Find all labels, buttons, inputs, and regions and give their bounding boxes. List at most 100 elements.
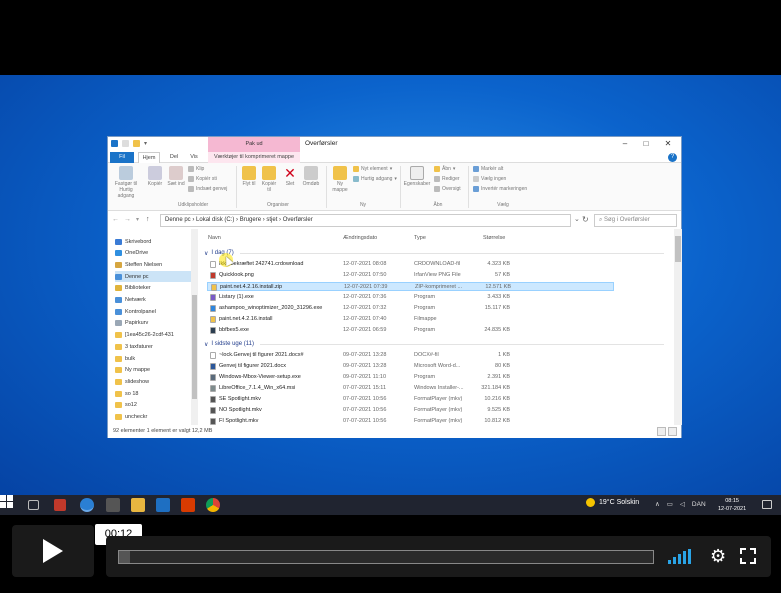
edit-button[interactable]: Rediger xyxy=(434,176,460,182)
nav-item[interactable]: slideshow xyxy=(115,376,191,387)
tab-file[interactable]: Fil xyxy=(110,152,134,163)
nav-item[interactable]: so 18 xyxy=(115,388,191,399)
column-header-type[interactable]: Type xyxy=(414,235,426,241)
title-bar[interactable]: ▾ Pak ud Overførsler – □ ✕ xyxy=(108,137,681,152)
move-to-button[interactable]: Flyt til xyxy=(240,166,258,187)
file-row[interactable]: ashampoo_winoptimizer_2020_31296.exe 12-0… xyxy=(207,304,614,313)
clock[interactable]: 08:15 12-07-2021 xyxy=(718,497,746,513)
tab-home[interactable]: Hjem xyxy=(138,152,160,163)
forward-arrow-icon[interactable]: → xyxy=(124,216,131,223)
file-row[interactable]: SE Spotlight.mkv 07-07-2021 10:56 FormatPl… xyxy=(207,395,614,404)
delete-button[interactable]: ✕ Slet xyxy=(282,166,298,187)
mail-icon[interactable] xyxy=(156,498,170,512)
copy-path-button[interactable]: Kopiér sti xyxy=(188,176,217,182)
language-indicator[interactable]: DAN xyxy=(692,501,706,508)
network-icon[interactable]: ▭ xyxy=(667,500,673,508)
file-row[interactable]: paint.net.4.2.16.install.zip 12-07-2021 0… xyxy=(207,282,614,291)
nav-item[interactable]: Kontrolpanel xyxy=(115,306,191,317)
nav-item[interactable]: Ny mappe xyxy=(115,365,191,376)
rename-button[interactable]: Omdøb xyxy=(301,166,321,187)
nav-item[interactable]: Denne pc xyxy=(115,271,191,283)
file-row[interactable]: bbfbex5.exe 12-07-2021 06:59 Program 24.835… xyxy=(207,326,614,335)
copy-button[interactable]: Kopiér xyxy=(146,166,164,187)
chrome-icon[interactable] xyxy=(206,498,220,512)
back-arrow-icon[interactable]: ← xyxy=(112,216,119,223)
paste-shortcut-button[interactable]: Indsæt genvej xyxy=(188,186,227,192)
copy-to-button[interactable]: Kopiér til xyxy=(260,166,278,193)
properties-button[interactable]: Egenskaber xyxy=(404,166,430,187)
details-view-icon[interactable] xyxy=(657,427,666,436)
windows-start-icon[interactable] xyxy=(0,495,13,508)
column-header-name[interactable]: Navn xyxy=(208,235,221,241)
new-folder-button[interactable]: Ny mappe xyxy=(330,166,350,193)
volume-icon[interactable]: ◁ xyxy=(680,500,685,508)
weather-widget[interactable]: 19°C Solskin xyxy=(586,498,639,507)
help-icon[interactable]: ? xyxy=(668,153,677,162)
scrollbar-thumb[interactable] xyxy=(675,236,681,262)
column-header-date[interactable]: Ændringsdato xyxy=(343,235,377,241)
file-explorer-window[interactable]: ▾ Pak ud Overførsler – □ ✕ Fil Hjem Del … xyxy=(107,136,682,438)
close-button[interactable]: ✕ xyxy=(663,139,673,149)
fullscreen-icon[interactable] xyxy=(740,548,756,564)
properties-icon[interactable] xyxy=(122,140,129,147)
group-header-last-week[interactable]: ∨ I sidste uge (11) xyxy=(204,339,664,349)
file-row[interactable]: Quicklook.png 12-07-2021 07:50 IrfanView P… xyxy=(207,271,614,280)
invert-selection-button[interactable]: Invertér markeringen xyxy=(473,186,527,192)
nav-item[interactable]: uncheckr xyxy=(115,412,191,423)
select-all-button[interactable]: Markér alt xyxy=(473,166,503,172)
pin-quick-access-button[interactable]: Fastgør til Hurtig adgang xyxy=(112,166,140,199)
cut-button[interactable]: Klip xyxy=(188,166,204,172)
app-icon[interactable] xyxy=(54,499,66,511)
nav-item[interactable]: OneDrive xyxy=(115,248,191,259)
scrollbar-thumb[interactable] xyxy=(192,295,197,399)
column-header-size[interactable]: Størrelse xyxy=(483,235,505,241)
address-dropdown-icon[interactable]: ⌄ xyxy=(574,215,580,223)
tab-view[interactable]: Vis xyxy=(186,152,202,163)
arrow-down-icon[interactable] xyxy=(111,140,118,147)
tab-share[interactable]: Del xyxy=(166,152,182,163)
folder-icon[interactable] xyxy=(133,140,140,147)
paste-button[interactable]: Sæt ind xyxy=(167,166,185,187)
file-row[interactable]: ~lock.Genvej til figurer 2021.docx# 09-07… xyxy=(207,351,614,360)
store-icon[interactable] xyxy=(106,498,120,512)
notification-icon[interactable] xyxy=(762,500,772,509)
file-row[interactable]: Windows-Mbox-Viewer-setup.exe 09-07-2021 … xyxy=(207,373,614,382)
file-row[interactable]: NO Spotlight.mkv 07-07-2021 10:56 FormatPl… xyxy=(207,406,614,415)
up-arrow-icon[interactable]: ↑ xyxy=(146,216,150,223)
file-row[interactable]: Listary (1).exe 12-07-2021 07:36 Program 3.… xyxy=(207,293,614,302)
history-button[interactable]: Oversigt xyxy=(434,186,461,192)
navigation-scrollbar[interactable] xyxy=(191,229,198,425)
new-item-button[interactable]: Nyt element ▾ xyxy=(353,166,392,172)
file-row[interactable]: FI Spotlight.mkv 07-07-2021 10:56 FormatPl… xyxy=(207,417,614,425)
tab-compressed-folder-tools[interactable]: Værktøjer til komprimeret mappe xyxy=(208,152,300,163)
file-row[interactable]: Genvej til figurer 2021.docx 09-07-2021 1… xyxy=(207,362,614,371)
nav-item[interactable]: Papirkurv xyxy=(115,318,191,329)
search-input[interactable]: ⌕ Søg i Overførsler xyxy=(594,214,677,227)
refresh-icon[interactable]: ↻ xyxy=(582,215,589,224)
file-row[interactable]: LibreOffice_7.1.4_Win_x64.msi 07-07-2021 … xyxy=(207,384,614,393)
file-row[interactable]: paint.net.4.2.16.install 12-07-2021 07:40… xyxy=(207,315,614,324)
task-view-icon[interactable] xyxy=(28,500,39,510)
office-icon[interactable] xyxy=(181,498,195,512)
settings-gear-icon[interactable]: ⚙ xyxy=(710,546,726,566)
select-none-button[interactable]: Vælg ingen xyxy=(473,176,506,182)
file-list-scrollbar[interactable] xyxy=(674,229,682,425)
nav-item[interactable]: bulk xyxy=(115,353,191,364)
nav-item[interactable]: Steffen Nielsen xyxy=(115,259,191,270)
edge-browser-icon[interactable] xyxy=(80,498,94,512)
recent-locations-icon[interactable]: ▾ xyxy=(136,216,139,223)
easy-access-button[interactable]: Hurtig adgang ▾ xyxy=(353,176,397,182)
file-row[interactable]: Ikke bekræftet 242741.crdownload 12-07-20… xyxy=(207,260,614,269)
navigation-pane[interactable]: Skrivebord OneDrive Steffen Nielsen Denne p… xyxy=(108,229,191,425)
nav-item[interactable]: Netværk xyxy=(115,295,191,306)
chevron-up-icon[interactable]: ∧ xyxy=(655,500,660,508)
play-button[interactable] xyxy=(12,525,94,577)
seek-bar[interactable] xyxy=(118,550,654,564)
large-icons-view-icon[interactable] xyxy=(668,427,677,436)
nav-item[interactable]: Biblioteker xyxy=(115,283,191,294)
chevron-down-icon[interactable]: ▾ xyxy=(144,140,147,147)
nav-item[interactable]: [1ea45c26-2cdf-431 xyxy=(115,330,191,341)
group-header-today[interactable]: ∨ I dag (7) xyxy=(204,248,664,258)
file-list[interactable]: Navn Ændringsdato Type Størrelse ∨ I dag … xyxy=(200,229,674,425)
nav-item[interactable]: so12 xyxy=(115,400,191,411)
